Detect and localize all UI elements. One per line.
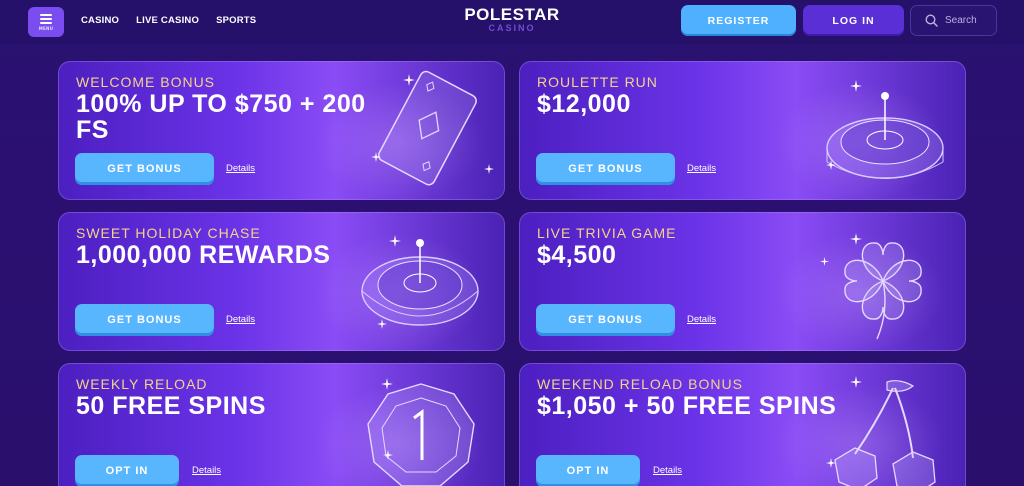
get-bonus-button[interactable]: GET BONUS — [536, 304, 675, 336]
details-link[interactable]: Details — [192, 465, 221, 476]
top-bar: MENU CASINO LIVE CASINO SPORTS POLESTAR … — [0, 0, 1024, 44]
sparkle-icon — [820, 257, 829, 266]
sparkle-icon — [826, 458, 836, 468]
coin-icon — [367, 383, 475, 486]
promo-headline: 1,000,000 REWARDS — [76, 241, 331, 269]
promo-card-sweet-holiday-chase[interactable]: SWEET HOLIDAY CHASE 1,000,000 REWARDS GE… — [58, 212, 505, 351]
sparkle-icon — [381, 378, 393, 390]
promo-card-live-trivia-game[interactable]: LIVE TRIVIA GAME $4,500 GET BONUS Detail… — [519, 212, 966, 351]
search-button[interactable]: Search — [910, 5, 997, 36]
opt-in-button[interactable]: OPT IN — [536, 455, 640, 486]
nav-live-casino[interactable]: LIVE CASINO — [136, 15, 199, 26]
get-bonus-button[interactable]: GET BONUS — [75, 304, 214, 336]
promo-kicker: WEEKLY RELOAD — [76, 376, 208, 392]
sparkle-icon — [850, 233, 862, 245]
search-icon — [925, 14, 938, 27]
promo-kicker: SWEET HOLIDAY CHASE — [76, 225, 261, 241]
get-bonus-button[interactable]: GET BONUS — [75, 153, 214, 185]
promo-card-welcome-bonus[interactable]: WELCOME BONUS 100% UP TO $750 + 200 FS G… — [58, 61, 505, 200]
nav-casino[interactable]: CASINO — [81, 15, 119, 26]
sparkle-icon — [403, 74, 415, 86]
promo-headline: 50 FREE SPINS — [76, 392, 266, 420]
get-bonus-button[interactable]: GET BONUS — [536, 153, 675, 185]
sparkle-icon — [371, 152, 381, 162]
logo-main-text: POLESTAR — [464, 5, 560, 24]
opt-in-button[interactable]: OPT IN — [75, 455, 179, 486]
hamburger-icon — [40, 13, 52, 24]
login-button[interactable]: LOG IN — [803, 5, 904, 36]
nav-sports[interactable]: SPORTS — [216, 15, 256, 26]
promo-card-weekly-reload[interactable]: WEEKLY RELOAD 50 FREE SPINS OPT IN Detai… — [58, 363, 505, 486]
roulette-wheel-icon — [361, 239, 479, 326]
details-link[interactable]: Details — [687, 163, 716, 174]
promo-card-weekend-reload-bonus[interactable]: WEEKEND RELOAD BONUS $1,050 + 50 FREE SP… — [519, 363, 966, 486]
details-link[interactable]: Details — [226, 163, 255, 174]
promo-headline: $1,050 + 50 FREE SPINS — [537, 392, 837, 420]
details-link[interactable]: Details — [226, 314, 255, 325]
menu-label: MENU — [38, 25, 54, 31]
sparkle-icon — [389, 235, 401, 247]
promo-headline: 100% UP TO $750 + 200 FS — [76, 90, 366, 144]
details-link[interactable]: Details — [653, 465, 682, 476]
promo-headline: $12,000 — [537, 90, 631, 118]
cherries-icon — [834, 380, 936, 486]
sparkle-icon — [826, 160, 836, 170]
sparkle-icon — [484, 164, 494, 174]
sparkle-icon — [850, 376, 862, 388]
promo-headline: $4,500 — [537, 241, 617, 269]
search-label: Search — [945, 15, 977, 26]
site-logo[interactable]: POLESTAR CASINO — [462, 6, 562, 33]
promo-card-roulette-run[interactable]: ROULETTE RUN $12,000 GET BONUS Details — [519, 61, 966, 200]
promo-kicker: WEEKEND RELOAD BONUS — [537, 376, 743, 392]
main-nav: CASINO LIVE CASINO SPORTS — [81, 15, 256, 26]
promo-kicker: WELCOME BONUS — [76, 74, 216, 90]
sparkle-icon — [383, 450, 393, 460]
clover-icon — [844, 242, 922, 340]
logo-sub-text: CASINO — [488, 23, 536, 33]
promo-kicker: ROULETTE RUN — [537, 74, 658, 90]
register-button[interactable]: REGISTER — [681, 5, 796, 36]
sparkle-icon — [377, 319, 387, 329]
sparkle-icon — [850, 80, 862, 92]
promo-kicker: LIVE TRIVIA GAME — [537, 225, 677, 241]
menu-button[interactable]: MENU — [28, 7, 64, 37]
roulette-wheel-icon — [826, 92, 944, 179]
details-link[interactable]: Details — [687, 314, 716, 325]
